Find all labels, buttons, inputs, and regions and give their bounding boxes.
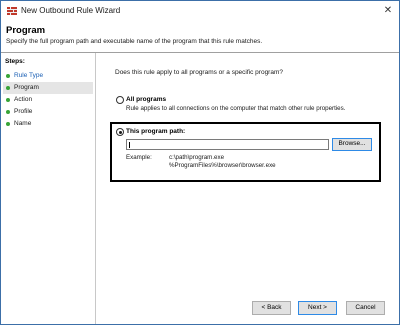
step-label: Action <box>14 96 33 103</box>
step-action: Action <box>3 94 93 106</box>
step-bullet-icon <box>6 110 10 114</box>
window-title: New Outbound Rule Wizard <box>21 6 121 15</box>
all-programs-label[interactable]: All programs <box>126 96 166 103</box>
example-line: %ProgramFiles%\browser\browser.exe <box>169 162 276 169</box>
step-label: Program <box>14 84 39 91</box>
title-bar: New Outbound Rule Wizard ✕ <box>1 1 399 21</box>
program-path-radio[interactable] <box>116 128 124 136</box>
program-path-input[interactable] <box>126 139 329 150</box>
step-rule-type[interactable]: Rule Type <box>3 70 93 82</box>
back-button[interactable]: < Back <box>252 301 291 315</box>
step-profile: Profile <box>3 106 93 118</box>
steps-panel: Steps: Rule Type Program Action Profile … <box>1 53 96 324</box>
cancel-button[interactable]: Cancel <box>346 301 385 315</box>
scope-question: Does this rule apply to all programs or … <box>115 69 283 76</box>
close-icon[interactable]: ✕ <box>381 4 395 18</box>
browse-button[interactable]: Browse... <box>332 138 372 151</box>
steps-heading: Steps: <box>5 58 25 65</box>
step-bullet-icon <box>6 122 10 126</box>
step-bullet-icon <box>6 86 10 90</box>
step-label: Rule Type <box>14 72 44 79</box>
program-path-label[interactable]: This program path: <box>126 128 185 135</box>
page-description: Specify the full program path and execut… <box>6 38 263 45</box>
step-name: Name <box>3 118 93 130</box>
firewall-icon <box>7 7 17 15</box>
next-button[interactable]: Next > <box>298 301 337 315</box>
step-bullet-icon <box>6 74 10 78</box>
step-label: Name <box>14 120 32 127</box>
all-programs-radio[interactable] <box>116 96 124 104</box>
example-line: c:\path\program.exe <box>169 154 225 161</box>
text-caret <box>129 142 130 148</box>
wizard-window: New Outbound Rule Wizard ✕ Program Speci… <box>0 0 400 325</box>
step-program: Program <box>3 82 93 94</box>
page-title: Program <box>6 25 46 36</box>
page-header: Program Specify the full program path an… <box>1 21 399 52</box>
all-programs-description: Rule applies to all connections on the c… <box>126 105 346 112</box>
step-label: Profile <box>14 108 33 115</box>
step-bullet-icon <box>6 98 10 102</box>
example-label: Example: <box>126 154 152 161</box>
